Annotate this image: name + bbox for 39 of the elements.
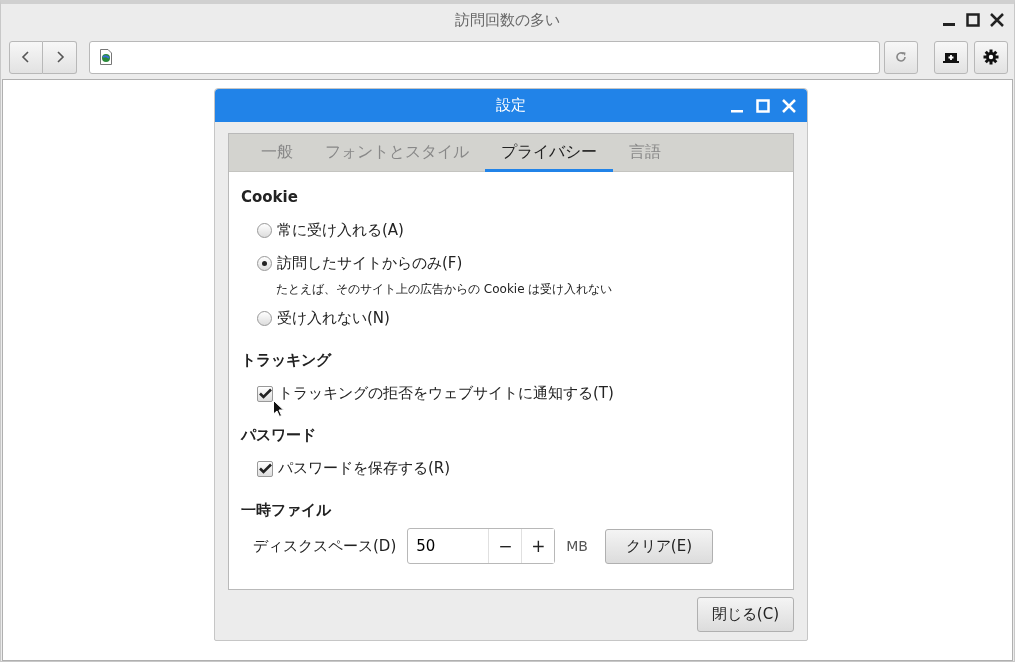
mouse-pointer-icon xyxy=(273,400,284,417)
section-heading: 一時ファイル xyxy=(241,500,332,521)
increment-button[interactable]: + xyxy=(521,529,555,563)
field-label: ディスクスペース(D) xyxy=(253,536,397,556)
close-button[interactable]: 閉じる(C) xyxy=(696,597,794,632)
window-title: 訪問回数の多い xyxy=(455,11,560,30)
reload-button[interactable] xyxy=(884,40,918,74)
back-button[interactable] xyxy=(9,40,43,74)
screen-plus-icon xyxy=(943,50,959,64)
radio-button[interactable] xyxy=(257,311,272,326)
clear-button[interactable]: クリア(E) xyxy=(604,528,713,564)
new-tab-button[interactable] xyxy=(934,40,968,74)
checkbox-label: パスワードを保存する(R) xyxy=(278,459,451,478)
hint-text: たとえば、そのサイト上の広告からの Cookie は受け入れない xyxy=(276,280,613,298)
forward-button[interactable] xyxy=(43,40,77,74)
settings-icon xyxy=(983,49,999,65)
radio-button[interactable] xyxy=(257,223,272,238)
page-icon xyxy=(100,49,112,65)
dialog-title: 設定 xyxy=(496,96,526,115)
maximize-icon[interactable] xyxy=(966,13,980,27)
tab[interactable]: プライバシー xyxy=(485,134,613,172)
settings-button[interactable] xyxy=(974,40,1008,74)
section-heading: トラッキング xyxy=(241,350,333,371)
unit-label: MB xyxy=(566,538,588,554)
chevron-left-icon xyxy=(21,50,31,64)
section-heading: パスワード xyxy=(241,425,317,446)
radio-label: 常に受け入れる(A) xyxy=(277,221,404,240)
close-icon[interactable] xyxy=(990,13,1004,27)
address-field[interactable] xyxy=(89,40,880,74)
checkbox[interactable] xyxy=(257,385,273,402)
checkbox[interactable] xyxy=(257,460,273,477)
radio-label: 訪問したサイトからのみ(F) xyxy=(277,254,463,273)
reload-icon xyxy=(894,50,908,64)
number-spinner[interactable]: 50 − + xyxy=(407,528,556,564)
section-heading: Cookie xyxy=(241,187,299,208)
checkbox-label: トラッキングの拒否をウェブサイトに通知する(T) xyxy=(278,384,614,403)
radio-button[interactable] xyxy=(257,256,272,271)
radio-label: 受け入れない(N) xyxy=(277,309,390,328)
chevron-right-icon xyxy=(54,50,65,64)
